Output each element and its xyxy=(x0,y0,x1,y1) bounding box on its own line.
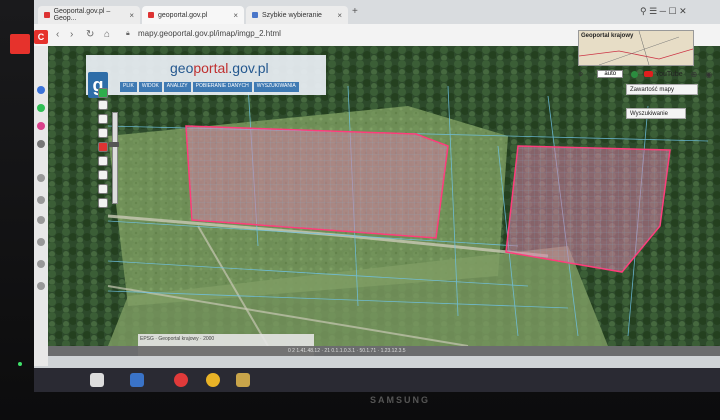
close-icon[interactable]: × xyxy=(129,11,134,20)
zoom-slider[interactable] xyxy=(112,112,118,204)
map-toolbar-right: ⚙ auto YouTube ⊕ ◉ xyxy=(574,68,720,80)
tools-icon[interactable]: ⚙ xyxy=(578,71,583,78)
pan-icon[interactable] xyxy=(98,100,108,110)
zoom-slider-handle[interactable] xyxy=(109,142,119,147)
share-icon[interactable] xyxy=(98,198,108,208)
tab-favicon-icon xyxy=(44,12,50,18)
url-field[interactable]: mapy.geoportal.gov.pl/imap/imgp_2.html xyxy=(138,29,281,38)
new-tab-button[interactable]: + xyxy=(352,6,358,17)
zoom-select[interactable]: auto xyxy=(597,70,624,78)
window-controls[interactable]: ⚲ ☰ ─ ☐ ✕ xyxy=(640,6,687,17)
coordinate-readout: 0 2 1.41.48.12 · 21 0.1.1.0.3.1 · 50.1.7… xyxy=(288,348,406,354)
browser-sidebar xyxy=(34,46,48,366)
send-icon[interactable] xyxy=(37,196,45,204)
os-taskbar xyxy=(34,368,720,392)
player-icon[interactable] xyxy=(37,174,45,182)
map-contents-panel[interactable]: Zawartość mapy xyxy=(626,84,698,95)
screen: Geoportal.gov.pl – Geop... × geoportal.g… xyxy=(34,0,720,392)
favorites-icon[interactable] xyxy=(37,216,45,224)
geoportal-title: geoportal.gov.pl xyxy=(170,60,269,76)
menu-pobieranie[interactable]: POBIERANIE DANYCH xyxy=(192,82,252,92)
opera-icon[interactable] xyxy=(174,373,188,387)
tab-geoportal[interactable]: geoportal.gov.pl × xyxy=(142,6,244,24)
menu-wyszukiwania[interactable]: WYSZUKIWANIA xyxy=(253,82,299,92)
draw-icon[interactable] xyxy=(98,156,108,166)
tab-bar: Geoportal.gov.pl – Geop... × geoportal.g… xyxy=(34,0,720,24)
tab-speed-dial[interactable]: Szybkie wybieranie × xyxy=(246,6,348,24)
layers-icon[interactable] xyxy=(98,128,108,138)
extensions-icon[interactable] xyxy=(37,260,45,268)
whatsapp-icon[interactable] xyxy=(37,104,45,112)
store-icon[interactable] xyxy=(130,373,144,387)
menu-analizy[interactable]: ANALIZY xyxy=(163,82,191,92)
search-panel[interactable]: Wyszukiwanie xyxy=(626,108,686,119)
chrome-icon[interactable] xyxy=(206,373,220,387)
youtube-label: YouTube xyxy=(655,70,683,78)
map-status-bar: 0 2 1.41.48.12 · 21 0.1.1.0.3.1 · 50.1.7… xyxy=(48,346,720,356)
browser-logo-outside xyxy=(10,34,30,54)
measure-icon[interactable] xyxy=(98,114,108,124)
instagram-icon[interactable] xyxy=(37,122,45,130)
title-part: geo xyxy=(170,60,194,76)
lock-icon: 🔒︎ xyxy=(126,30,130,37)
history-icon[interactable] xyxy=(37,238,45,246)
settings-icon[interactable] xyxy=(37,282,45,290)
youtube-icon xyxy=(644,71,654,77)
edge-icon[interactable] xyxy=(236,373,250,387)
menu-plik[interactable]: PLIK xyxy=(120,82,137,92)
search-icon[interactable] xyxy=(98,184,108,194)
reload-icon[interactable]: ↻ xyxy=(86,29,94,40)
info-icon[interactable] xyxy=(98,88,108,98)
tab-favicon-icon xyxy=(148,12,154,18)
overview-minimap[interactable]: Geoportal krajowy xyxy=(578,30,694,66)
coordinate-system-text: EPSG · Geoportal krajowy · 2000 xyxy=(140,336,215,342)
title-part: .gov.pl xyxy=(228,60,269,76)
close-icon[interactable]: × xyxy=(337,11,342,20)
print-icon[interactable] xyxy=(98,170,108,180)
close-icon[interactable]: × xyxy=(233,11,238,20)
tab-geoportal-geop[interactable]: Geoportal.gov.pl – Geop... × xyxy=(38,6,140,24)
speed-dial-icon xyxy=(252,12,258,18)
globe-icon[interactable] xyxy=(631,70,639,78)
minimap-roads xyxy=(579,31,693,65)
marker-icon[interactable] xyxy=(98,142,108,152)
geoportal-menu: PLIK WIDOK ANALIZY POBIERANIE DANYCH WYS… xyxy=(120,82,299,92)
youtube-link[interactable]: YouTube xyxy=(644,71,683,78)
eye-icon[interactable]: ◉ xyxy=(705,70,712,79)
help-icon[interactable]: ⊕ xyxy=(691,70,698,79)
file-explorer-icon[interactable] xyxy=(90,373,104,387)
browser-logo[interactable]: C xyxy=(34,30,48,44)
tab-title: Geoportal.gov.pl – Geop... xyxy=(53,8,111,22)
title-part: portal xyxy=(193,60,229,76)
vk-icon[interactable] xyxy=(37,140,45,148)
menu-widok[interactable]: WIDOK xyxy=(138,82,162,92)
tab-title: Szybkie wybieranie xyxy=(262,11,322,19)
device-brand: SAMSUNG xyxy=(370,395,431,405)
back-icon[interactable]: ‹ xyxy=(56,29,59,40)
home-icon[interactable]: ⌂ xyxy=(104,29,110,40)
messenger-icon[interactable] xyxy=(37,86,45,94)
forward-icon[interactable]: › xyxy=(70,29,73,40)
tab-title: geoportal.gov.pl xyxy=(158,11,208,19)
power-led xyxy=(18,362,22,366)
